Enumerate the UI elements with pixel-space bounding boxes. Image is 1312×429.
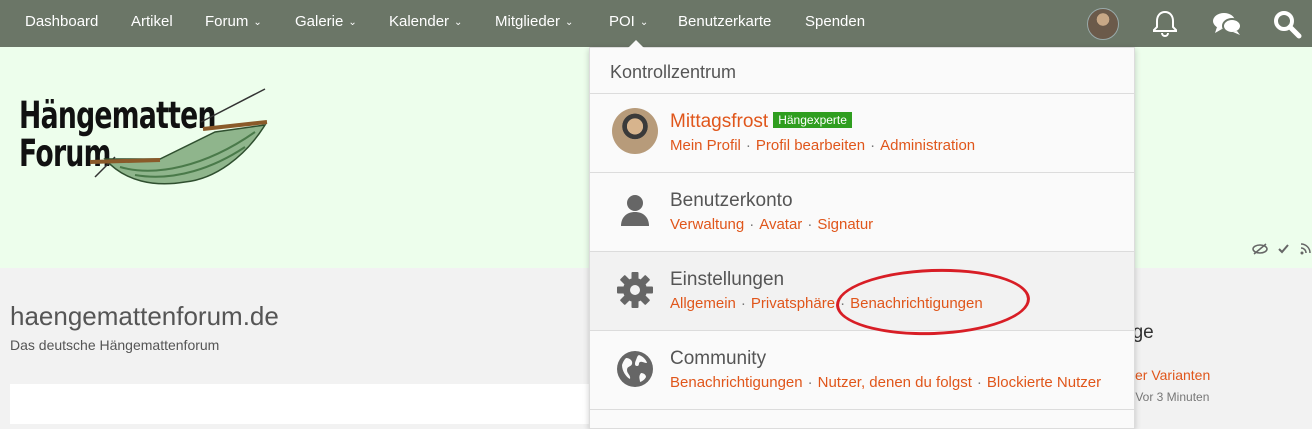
account-row: Benutzerkonto Verwaltung · Avatar · Signatur <box>590 173 1134 251</box>
check-icon[interactable] <box>1278 244 1289 254</box>
nav-galerie[interactable]: Galerie ⌄ <box>295 13 357 30</box>
community-notifications-link[interactable]: Benachrichtigungen <box>670 374 803 391</box>
top-navigation-bar: Dashboard Artikel Forum ⌄ Galerie ⌄ Kalend… <box>0 0 1312 47</box>
separator-dot: · <box>745 137 751 154</box>
gear-icon <box>617 272 653 308</box>
nav-kalender[interactable]: Kalender ⌄ <box>389 13 462 30</box>
page-title: haengemattenforum.de <box>10 301 279 331</box>
avatar-link[interactable]: Avatar <box>759 216 802 233</box>
user-name-line: Mittagsfrost Hängexperte <box>670 111 852 133</box>
user-links: Mein Profil · Profil bearbeiten · Administra… <box>670 137 975 154</box>
chevron-down-icon: ⌄ <box>565 17 574 28</box>
nav-galerie-label: Galerie <box>295 13 344 30</box>
sidebar-thread-link[interactable]: ver Varianten <box>1128 367 1210 383</box>
blocked-users-link[interactable]: Blockierte Nutzer <box>987 374 1101 391</box>
chevron-down-icon: ⌄ <box>639 17 649 28</box>
nav-forum[interactable]: Forum ⌄ <box>205 13 262 30</box>
eye-slash-icon[interactable] <box>1252 243 1268 255</box>
search-icon[interactable] <box>1271 8 1303 40</box>
dropdown-pointer <box>628 40 644 48</box>
separator-dot: · <box>807 216 813 233</box>
user-silhouette-icon <box>621 195 649 226</box>
header-status-icons <box>1252 242 1312 261</box>
signature-link[interactable]: Signatur <box>817 216 873 233</box>
management-link[interactable]: Verwaltung <box>670 216 744 233</box>
page-subtitle: Das deutsche Hängemattenforum <box>10 337 220 353</box>
nav-mitglieder[interactable]: Mitglieder ⌄ <box>495 13 573 30</box>
community-links: Benachrichtigungen · Nutzer, denen du folg… <box>670 374 1101 391</box>
nav-artikel[interactable]: Artikel <box>131 13 173 30</box>
bell-icon[interactable] <box>1149 8 1181 40</box>
globe-icon <box>617 351 653 387</box>
user-menu-avatar[interactable] <box>1087 8 1119 40</box>
community-title: Community <box>670 348 767 369</box>
user-rank-badge: Hängexperte <box>773 112 852 128</box>
administration-link[interactable]: Administration <box>880 137 975 154</box>
account-links: Verwaltung · Avatar · Signatur <box>670 216 873 233</box>
separator-dot: · <box>976 374 982 391</box>
chevron-down-icon: ⌄ <box>454 17 463 28</box>
nav-forum-label: Forum <box>205 13 249 30</box>
nav-benutzerkarte[interactable]: Benutzerkarte <box>678 13 771 30</box>
nav-spenden-label: Spenden <box>805 13 866 30</box>
content-box <box>10 384 610 424</box>
nav-benutzerkarte-label: Benutzerkarte <box>678 13 772 30</box>
control-panel-title: Kontrollzentrum <box>610 62 737 82</box>
general-settings-link[interactable]: Allgemein <box>670 295 736 312</box>
settings-title: Einstellungen <box>670 269 785 290</box>
hammock-logo-icon <box>89 88 268 185</box>
edit-profile-link[interactable]: Profil bearbeiten <box>756 137 865 154</box>
separator-dot: · <box>870 137 876 154</box>
nav-dashboard-label: Dashboard <box>25 13 99 30</box>
chevron-down-icon: ⌄ <box>253 17 262 28</box>
separator-dot: · <box>749 216 755 233</box>
divider <box>590 409 1134 410</box>
avatar[interactable] <box>612 108 658 154</box>
account-title: Benutzerkonto <box>670 190 793 211</box>
followed-users-link[interactable]: Nutzer, denen du folgst <box>818 374 972 391</box>
separator-dot: · <box>807 374 813 391</box>
community-row: Community Benachrichtigungen · Nutzer, den… <box>590 331 1134 409</box>
control-panel-dropdown: Kontrollzentrum Mittagsfrost Hängexperte … <box>589 40 1135 429</box>
nav-spenden[interactable]: Spenden <box>805 13 865 30</box>
privacy-settings-link[interactable]: Privatsphäre <box>751 295 835 312</box>
username-link[interactable]: Mittagsfrost <box>670 111 768 132</box>
nav-poi[interactable]: POI ⌄ <box>609 13 648 30</box>
nav-dashboard[interactable]: Dashboard <box>25 13 98 30</box>
chat-bubbles-icon[interactable] <box>1211 8 1243 40</box>
nav-kalender-label: Kalender <box>389 13 450 30</box>
nav-artikel-label: Artikel <box>131 13 173 30</box>
rss-icon[interactable] <box>1300 243 1311 255</box>
nav-poi-label: POI <box>609 13 635 30</box>
my-profile-link[interactable]: Mein Profil <box>670 137 741 154</box>
nav-mitglieder-label: Mitglieder <box>495 13 561 30</box>
user-row: Mittagsfrost Hängexperte Mein Profil · Prof… <box>590 94 1134 172</box>
sidebar-thread-meta: · Vor 3 Minuten <box>1128 390 1210 404</box>
separator-dot: · <box>740 295 746 312</box>
chevron-down-icon: ⌄ <box>348 17 357 28</box>
